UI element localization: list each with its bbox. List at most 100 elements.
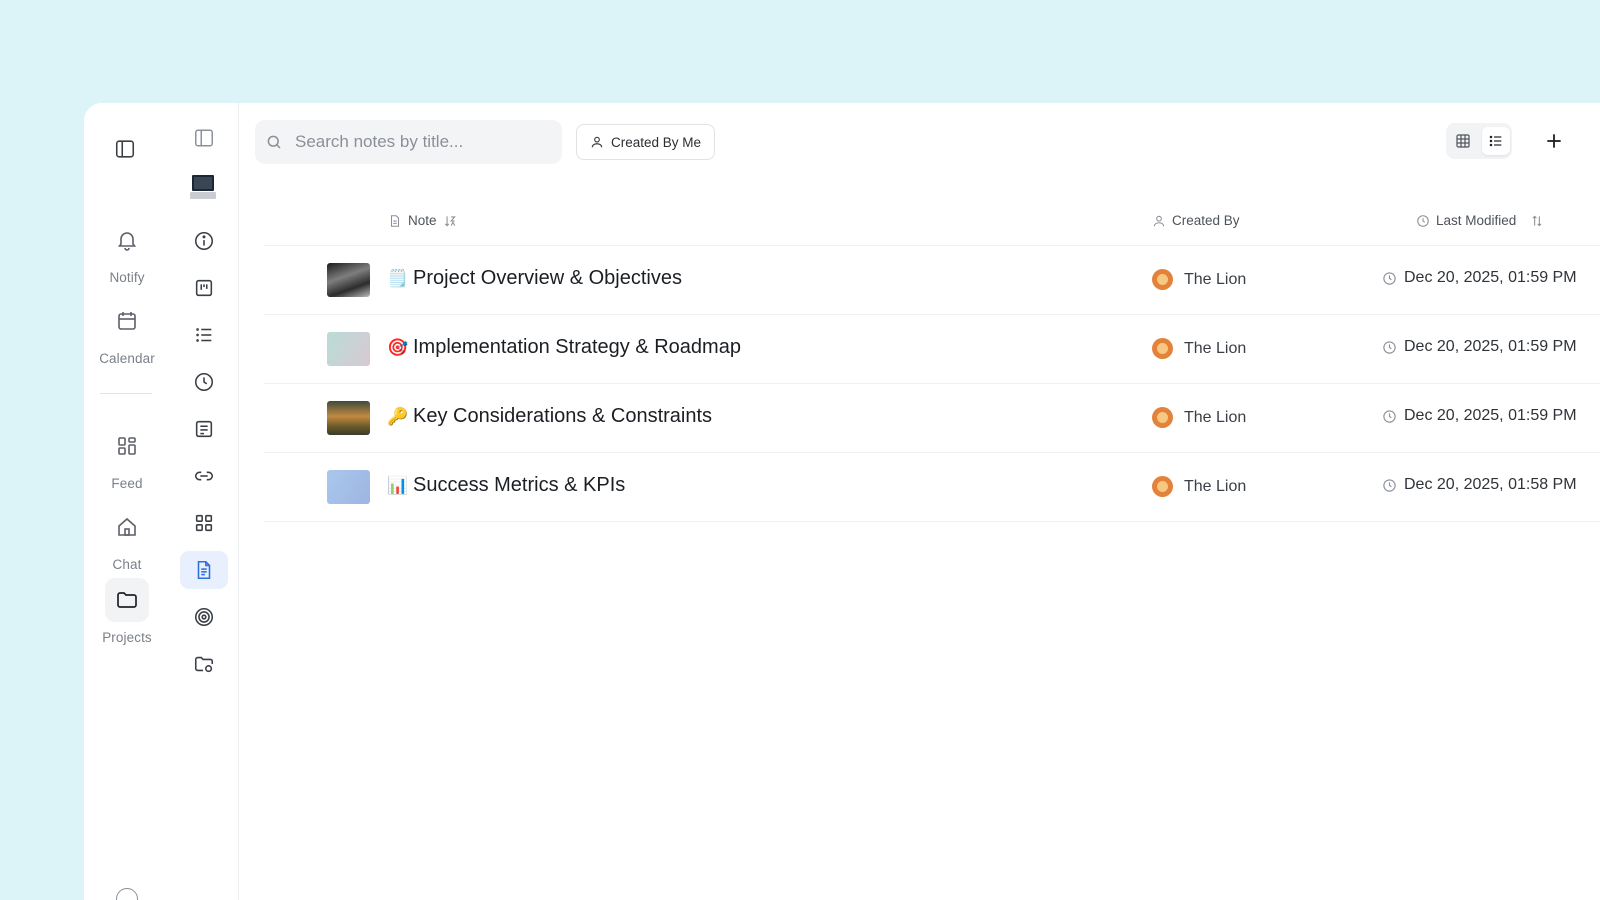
column-label: Last Modified: [1436, 213, 1517, 228]
note-author: The Lion: [1152, 269, 1246, 290]
info-icon: [194, 231, 214, 251]
subrail-notes[interactable]: [180, 551, 228, 589]
subrail-goals[interactable]: [180, 598, 228, 636]
note-title: 🎯 Implementation Strategy & Roadmap: [387, 336, 741, 358]
rail-item-feed[interactable]: Feed: [84, 424, 170, 491]
clock-icon: [1383, 478, 1396, 492]
search-icon: [267, 135, 281, 149]
bell-icon: [117, 232, 137, 251]
rail-divider: [100, 393, 152, 394]
grid-icon: [118, 437, 136, 455]
table-row[interactable]: 🗒️ Project Overview & Objectives The Lion…: [264, 245, 1600, 315]
kanban-icon: [195, 279, 213, 297]
apps-grid-icon: [195, 514, 213, 532]
table-row[interactable]: 🔑 Key Considerations & Constraints The Li…: [264, 383, 1600, 453]
clock-icon: [1383, 340, 1396, 354]
note-modified: Dec 20, 2025, 01:59 PM: [1382, 407, 1577, 425]
clock-icon: [1417, 214, 1429, 227]
view-mode-toggle: [1446, 123, 1512, 159]
calendar-icon: [118, 312, 136, 330]
folder-settings-icon: [194, 656, 214, 673]
primary-sidebar: Notify Calendar Feed Chat Projects: [84, 103, 171, 900]
note-title: 🗒️ Project Overview & Objectives: [387, 267, 682, 289]
target-emoji-icon: 🎯: [387, 337, 409, 357]
subrail-info[interactable]: [180, 222, 228, 260]
notepad-icon: 🗒️: [387, 268, 409, 288]
project-sidebar: [170, 103, 239, 900]
note-title: 🔑 Key Considerations & Constraints: [387, 405, 713, 427]
subrail-files[interactable]: [180, 645, 228, 683]
home-icon: [118, 517, 136, 536]
rail-label: Feed: [111, 476, 143, 491]
account-icon[interactable]: [116, 888, 138, 900]
rail-item-chat[interactable]: Chat: [84, 505, 170, 572]
notes-icon: [197, 560, 211, 580]
sidebar-toggle-icon[interactable]: [114, 138, 136, 160]
document-icon: [390, 214, 400, 227]
note-author: The Lion: [1152, 338, 1246, 359]
user-icon: [591, 136, 603, 148]
list-view-icon: [1489, 135, 1501, 147]
column-label: Note: [408, 213, 437, 228]
note-modified: Dec 20, 2025, 01:59 PM: [1382, 338, 1577, 356]
created-by-me-filter-button[interactable]: Created By Me: [576, 124, 716, 160]
note-title: 📊 Success Metrics & KPIs: [387, 474, 626, 496]
clock-icon: [194, 372, 214, 392]
lion-avatar: [1152, 476, 1173, 497]
document-list-icon: [195, 420, 213, 438]
column-note[interactable]: Note: [388, 213, 457, 228]
rail-label: Chat: [112, 557, 142, 572]
search-input[interactable]: [293, 131, 547, 153]
subrail-apps[interactable]: [180, 504, 228, 542]
add-note-icon[interactable]: [1544, 131, 1564, 151]
link-icon: [194, 471, 214, 481]
column-created-by[interactable]: Created By: [1152, 213, 1240, 228]
project-thumbnail[interactable]: [190, 173, 216, 201]
lion-avatar: [1152, 269, 1173, 290]
sidebar-toggle-icon: [195, 129, 213, 147]
rail-label: Calendar: [99, 351, 155, 366]
subrail-kanban[interactable]: [180, 269, 228, 307]
table-row[interactable]: 📊 Success Metrics & KPIs The Lion Dec 20,…: [264, 452, 1600, 522]
sort-icon[interactable]: [1530, 214, 1544, 228]
target-icon: [194, 607, 214, 627]
sort-az-icon[interactable]: [443, 214, 457, 228]
table-header: Note Created By Last Modified: [264, 203, 1600, 246]
folder-icon: [117, 592, 137, 608]
bar-chart-icon: 📊: [387, 475, 409, 495]
user-icon: [1153, 215, 1165, 226]
list-view-button[interactable]: [1481, 127, 1510, 155]
rail-label: Projects: [102, 630, 152, 645]
note-cover-image: [327, 470, 370, 504]
note-author: The Lion: [1152, 476, 1246, 497]
note-modified: Dec 20, 2025, 01:58 PM: [1382, 476, 1577, 494]
note-author: The Lion: [1152, 407, 1246, 428]
table-row[interactable]: 🎯 Implementation Strategy & Roadmap The L…: [264, 314, 1600, 384]
notes-panel: Created By Me Note Created By L: [238, 103, 1600, 900]
subrail-list[interactable]: [180, 316, 228, 354]
column-last-modified[interactable]: Last Modified: [1416, 213, 1544, 228]
rail-item-calendar[interactable]: Calendar: [84, 299, 170, 366]
note-cover-image: [327, 401, 370, 435]
subrail-links[interactable]: [180, 457, 228, 495]
clock-icon: [1383, 409, 1396, 423]
grid-view-button[interactable]: [1449, 127, 1477, 155]
table-grid-icon: [1455, 134, 1470, 148]
column-label: Created By: [1172, 213, 1240, 228]
subrail-toggle[interactable]: [180, 119, 228, 157]
note-modified: Dec 20, 2025, 01:59 PM: [1382, 269, 1577, 287]
clock-icon: [1383, 271, 1396, 285]
lion-avatar: [1152, 407, 1173, 428]
filter-label: Created By Me: [611, 134, 702, 150]
note-cover-image: [327, 263, 370, 297]
note-cover-image: [327, 332, 370, 366]
list-icon: [196, 328, 212, 342]
subrail-documents[interactable]: [180, 410, 228, 448]
subrail-history[interactable]: [180, 363, 228, 401]
app-window: Notify Calendar Feed Chat Projects Searc…: [84, 103, 1600, 900]
key-icon: 🔑: [387, 406, 409, 426]
rail-item-projects[interactable]: Projects: [84, 578, 170, 645]
search-box[interactable]: [255, 120, 562, 164]
lion-avatar: [1152, 338, 1173, 359]
rail-item-notify[interactable]: Notify: [84, 218, 170, 285]
